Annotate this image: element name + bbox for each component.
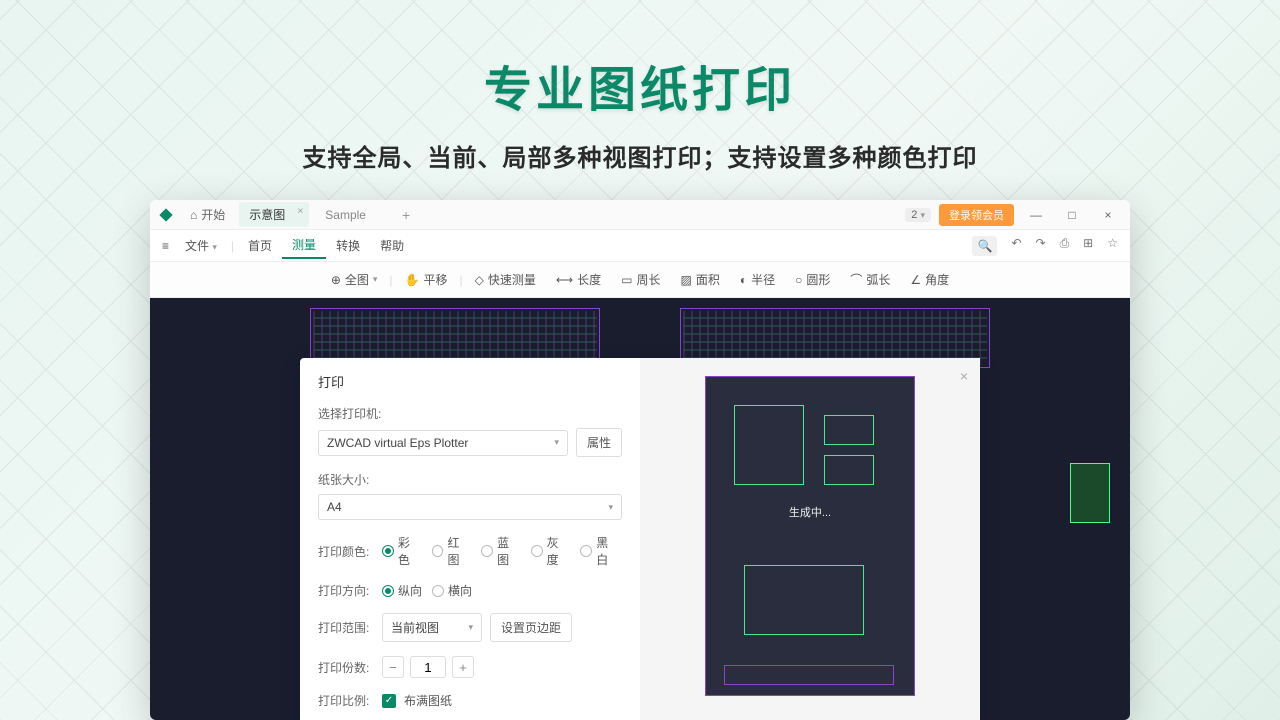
app-logo-icon — [158, 207, 174, 223]
printer-label: 选择打印机: — [318, 405, 622, 422]
tab-label: Sample — [325, 208, 366, 222]
menu-convert[interactable]: 转换 — [326, 233, 370, 258]
paper-select[interactable]: A4▾ — [318, 494, 622, 520]
print-dialog: × 打印 选择打印机: ZWCAD virtual Eps Plotter▾ 属… — [300, 358, 980, 720]
range-label: 打印范围: — [318, 619, 374, 636]
menu-help[interactable]: 帮助 — [370, 233, 414, 258]
tab-inactive[interactable]: Sample — [315, 204, 390, 226]
drawing-canvas[interactable]: × 打印 选择打印机: ZWCAD virtual Eps Plotter▾ 属… — [150, 298, 1130, 720]
color-radio-red[interactable]: 红图 — [432, 534, 472, 568]
home-button[interactable]: ⌂ 开始 — [182, 206, 233, 223]
dialog-title: 打印 — [318, 372, 622, 391]
range-select[interactable]: 当前视图▾ — [382, 613, 482, 642]
tool-radius[interactable]: ◐半径 — [732, 267, 783, 292]
margin-button[interactable]: 设置页边距 — [490, 613, 572, 642]
menu-icon[interactable]: ≡ — [162, 239, 169, 253]
copies-input[interactable] — [410, 656, 446, 678]
menubar: ≡ 文件 ▾ | 首页 测量 转换 帮助 🔍 ↶ ↷ ⎙ ⊞ ☆ — [150, 230, 1130, 262]
toolbar: ⊕全图 ▾ | ✋平移 | ◇快速测量 ⟷长度 ▭周长 ▨面积 ◐半径 ○圆形 … — [150, 262, 1130, 298]
zoom-icon: ⊕ — [331, 273, 341, 287]
radius-icon: ◐ — [740, 273, 747, 287]
app-window: ⌂ 开始 示意图 × Sample + 2 ▾ 登录领会员 — □ × ≡ 文件… — [150, 200, 1130, 720]
fit-page-label: 布满图纸 — [404, 692, 452, 709]
tool-circle[interactable]: ○圆形 — [787, 267, 838, 292]
orient-label: 打印方向: — [318, 582, 374, 599]
perimeter-icon: ▭ — [621, 273, 632, 287]
file-menu[interactable]: 文件 ▾ — [175, 233, 227, 258]
color-radio-bw[interactable]: 黑白 — [580, 534, 620, 568]
scale-label: 打印比例: — [318, 692, 374, 709]
menu-measure[interactable]: 测量 — [282, 232, 326, 259]
tab-label: 示意图 — [249, 208, 285, 222]
color-radio-color[interactable]: 彩色 — [382, 534, 422, 568]
close-icon[interactable]: × — [297, 206, 303, 217]
paper-label: 纸张大小: — [318, 471, 622, 488]
circle-icon: ○ — [795, 273, 802, 287]
redo-icon[interactable]: ↷ — [1036, 236, 1046, 256]
color-radio-gray[interactable]: 灰度 — [531, 534, 571, 568]
menu-home[interactable]: 首页 — [238, 233, 282, 258]
bookmark-icon[interactable]: ☆ — [1107, 236, 1118, 256]
ruler-icon: ⟷ — [556, 273, 573, 287]
undo-icon[interactable]: ↶ — [1011, 236, 1021, 256]
tool-fullview[interactable]: ⊕全图 ▾ — [323, 267, 386, 292]
window-close-icon[interactable]: × — [1094, 208, 1122, 222]
hand-icon: ✋ — [405, 273, 420, 287]
titlebar: ⌂ 开始 示意图 × Sample + 2 ▾ 登录领会员 — □ × — [150, 200, 1130, 230]
notification-badge[interactable]: 2 ▾ — [905, 208, 931, 222]
dialog-close-button[interactable]: × — [960, 368, 968, 384]
printer-select[interactable]: ZWCAD virtual Eps Plotter▾ — [318, 430, 568, 456]
copies-decrement[interactable]: − — [382, 656, 404, 678]
copies-stepper: − + — [382, 656, 474, 678]
add-tab-button[interactable]: + — [402, 207, 410, 223]
arc-icon: ⌒ — [850, 271, 862, 288]
chevron-down-icon: ▾ — [554, 437, 559, 448]
angle-icon: ∠ — [910, 273, 921, 287]
tool-pan[interactable]: ✋平移 — [397, 267, 456, 292]
print-icon[interactable]: ⎙ — [1060, 236, 1070, 256]
save-icon[interactable]: ⊞ — [1083, 236, 1093, 256]
maximize-icon[interactable]: □ — [1058, 208, 1086, 222]
print-preview-panel: 生成中... — [640, 358, 980, 720]
preview-status: 生成中... — [789, 504, 831, 520]
home-icon: ⌂ — [190, 208, 197, 222]
tab-active[interactable]: 示意图 × — [239, 202, 309, 227]
tool-area[interactable]: ▨面积 — [672, 267, 727, 292]
chevron-down-icon: ▾ — [468, 622, 473, 633]
home-label: 开始 — [201, 206, 225, 223]
tool-arc[interactable]: ⌒弧长 — [842, 267, 898, 292]
chevron-down-icon: ▾ — [608, 502, 613, 513]
measure-icon: ◇ — [475, 273, 484, 287]
copies-label: 打印份数: — [318, 659, 374, 676]
properties-button[interactable]: 属性 — [576, 428, 622, 457]
orient-radio-portrait[interactable]: 纵向 — [382, 582, 422, 599]
tool-length[interactable]: ⟷长度 — [548, 267, 609, 292]
tool-angle[interactable]: ∠角度 — [902, 267, 957, 292]
tool-perimeter[interactable]: ▭周长 — [613, 267, 668, 292]
search-icon[interactable]: 🔍 — [972, 236, 997, 256]
tool-quickmeasure[interactable]: ◇快速测量 — [467, 267, 544, 292]
color-label: 打印颜色: — [318, 543, 374, 560]
fit-page-checkbox[interactable]: ✓ — [382, 694, 396, 708]
minimize-icon[interactable]: — — [1022, 208, 1050, 222]
orient-radio-landscape[interactable]: 横向 — [432, 582, 472, 599]
login-button[interactable]: 登录领会员 — [939, 204, 1014, 226]
area-icon: ▨ — [680, 273, 691, 287]
color-radio-blue[interactable]: 蓝图 — [481, 534, 521, 568]
side-widget — [1070, 463, 1110, 523]
copies-increment[interactable]: + — [452, 656, 474, 678]
print-preview: 生成中... — [705, 376, 915, 696]
print-settings-panel: 打印 选择打印机: ZWCAD virtual Eps Plotter▾ 属性 … — [300, 358, 640, 720]
